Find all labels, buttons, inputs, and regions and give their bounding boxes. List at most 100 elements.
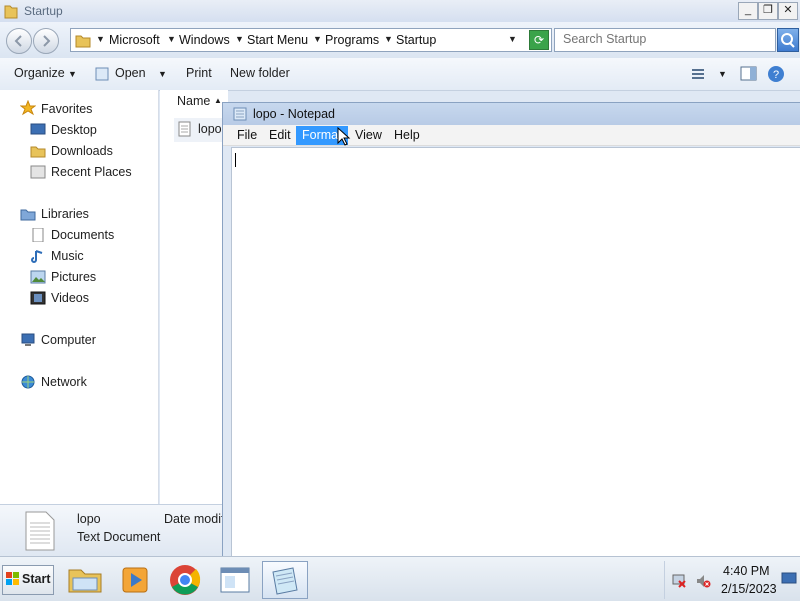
taskbar-media-player[interactable] [112, 561, 158, 599]
back-arrow-icon [14, 35, 22, 47]
network-icon [21, 375, 35, 389]
chevron-down-icon[interactable]: ▼ [167, 34, 176, 44]
nav-pictures[interactable]: Pictures [51, 270, 96, 284]
taskbar-notepad[interactable] [262, 561, 308, 599]
notepad-window: lopo - Notepad File Edit Format View Hel… [222, 102, 800, 558]
search-button[interactable] [777, 28, 799, 52]
notepad-icon [233, 107, 247, 121]
nav-favorites[interactable]: Favorites [41, 102, 92, 116]
music-icon [31, 250, 43, 263]
search-input[interactable] [555, 29, 753, 49]
start-button[interactable]: Start [2, 565, 54, 595]
text-file-icon [178, 121, 191, 137]
nav-downloads[interactable]: Downloads [51, 144, 113, 158]
help-icon[interactable]: ? [767, 65, 785, 83]
address-dropdown-icon[interactable]: ▼ [508, 34, 517, 44]
mouse-cursor-icon [337, 127, 351, 146]
folder-icon [4, 5, 18, 19]
libraries-icon [20, 209, 36, 221]
chevron-down-icon[interactable]: ▼ [235, 34, 244, 44]
nav-videos[interactable]: Videos [51, 291, 89, 305]
system-tray: 4:40 PM 2/15/2023 [664, 561, 799, 599]
sort-arrow-icon: ▲ [214, 96, 222, 105]
show-desktop-icon[interactable] [781, 571, 797, 587]
breadcrumb-item[interactable]: Start Menu [247, 33, 308, 47]
notepad-title: lopo - Notepad [253, 107, 336, 121]
window-title: Startup [24, 4, 63, 18]
navigation-pane: Favorites Desktop Downloads Recent Place… [0, 90, 159, 504]
videos-icon [30, 291, 46, 305]
chevron-down-icon[interactable]: ▼ [96, 34, 105, 44]
address-row: ▼ Microsoft ▼ Windows ▼ Start Menu ▼ Pro… [0, 22, 800, 58]
forward-button[interactable] [33, 28, 59, 54]
menu-help[interactable]: Help [388, 128, 426, 146]
nav-computer[interactable]: Computer [41, 333, 96, 347]
breadcrumb-item[interactable]: Windows [179, 33, 230, 47]
clock-time[interactable]: 4:40 PM [723, 564, 770, 578]
search-box[interactable] [554, 28, 776, 52]
downloads-icon [30, 146, 46, 158]
documents-icon [32, 228, 44, 242]
pictures-icon [30, 270, 46, 284]
menu-edit[interactable]: Edit [263, 128, 297, 146]
breadcrumb-item[interactable]: Startup [396, 33, 436, 47]
minimize-button[interactable]: _ [738, 2, 758, 20]
star-icon [20, 100, 36, 116]
details-file-name: lopo [77, 512, 101, 526]
back-button[interactable] [6, 28, 32, 54]
folder-icon [75, 35, 91, 48]
search-icon [781, 33, 795, 48]
column-header-name[interactable]: Name [177, 94, 210, 108]
chevron-down-icon[interactable]: ▼ [158, 69, 167, 79]
volume-muted-icon[interactable] [695, 573, 711, 589]
view-options-icon[interactable] [690, 66, 706, 82]
start-label: Start [22, 572, 51, 586]
computer-icon [21, 333, 35, 346]
file-name: lopo [198, 122, 222, 136]
clock-date[interactable]: 2/15/2023 [721, 582, 777, 596]
preview-pane-icon[interactable] [740, 66, 758, 82]
notepad-icon [95, 67, 109, 81]
organize-menu[interactable]: Organize [14, 66, 65, 80]
breadcrumb-item[interactable]: Microsoft [109, 33, 160, 47]
taskbar-window[interactable] [212, 561, 258, 599]
refresh-icon: ⟳ [533, 33, 545, 47]
taskbar-explorer[interactable] [62, 561, 108, 599]
breadcrumb-item[interactable]: Programs [325, 33, 379, 47]
chevron-down-icon[interactable]: ▼ [313, 34, 322, 44]
text-caret [235, 153, 236, 167]
window-icon [220, 567, 250, 593]
nav-music[interactable]: Music [51, 249, 84, 263]
close-button[interactable]: ✕ [778, 2, 798, 20]
details-date-label: Date modif [164, 512, 225, 526]
chevron-down-icon[interactable]: ▼ [384, 34, 393, 44]
nav-desktop[interactable]: Desktop [51, 123, 97, 137]
nav-recent-places[interactable]: Recent Places [51, 165, 132, 179]
open-button[interactable]: Open [115, 66, 146, 80]
nav-libraries[interactable]: Libraries [41, 207, 89, 221]
refresh-button[interactable]: ⟳ [529, 30, 549, 50]
explorer-titlebar[interactable]: Startup _ ❐ ✕ [0, 0, 800, 22]
notepad-text-area[interactable] [231, 147, 800, 557]
chevron-down-icon[interactable]: ▼ [68, 69, 77, 79]
taskbar-chrome[interactable] [162, 561, 208, 599]
menu-file[interactable]: File [231, 128, 263, 146]
chevron-down-icon[interactable]: ▼ [718, 69, 727, 79]
new-folder-button[interactable]: New folder [230, 66, 290, 80]
notepad-titlebar[interactable]: lopo - Notepad [223, 103, 800, 125]
print-button[interactable]: Print [186, 66, 212, 80]
notepad-menubar: File Edit Format View Help [223, 125, 800, 146]
details-pane: lopo Text Document Date modif [0, 504, 228, 557]
nav-documents[interactable]: Documents [51, 228, 114, 242]
details-file-type: Text Document [77, 530, 161, 544]
menu-view[interactable]: View [349, 128, 388, 146]
media-player-icon [122, 567, 148, 593]
windows-logo-icon [6, 572, 19, 585]
address-bar[interactable]: ▼ Microsoft ▼ Windows ▼ Start Menu ▼ Pro… [70, 28, 552, 52]
nav-network[interactable]: Network [41, 375, 87, 389]
file-row[interactable]: lopo [174, 118, 228, 142]
restore-button[interactable]: ❐ [758, 2, 778, 20]
network-status-icon[interactable] [671, 573, 687, 589]
forward-arrow-icon [43, 35, 51, 47]
text-file-icon [25, 511, 55, 551]
